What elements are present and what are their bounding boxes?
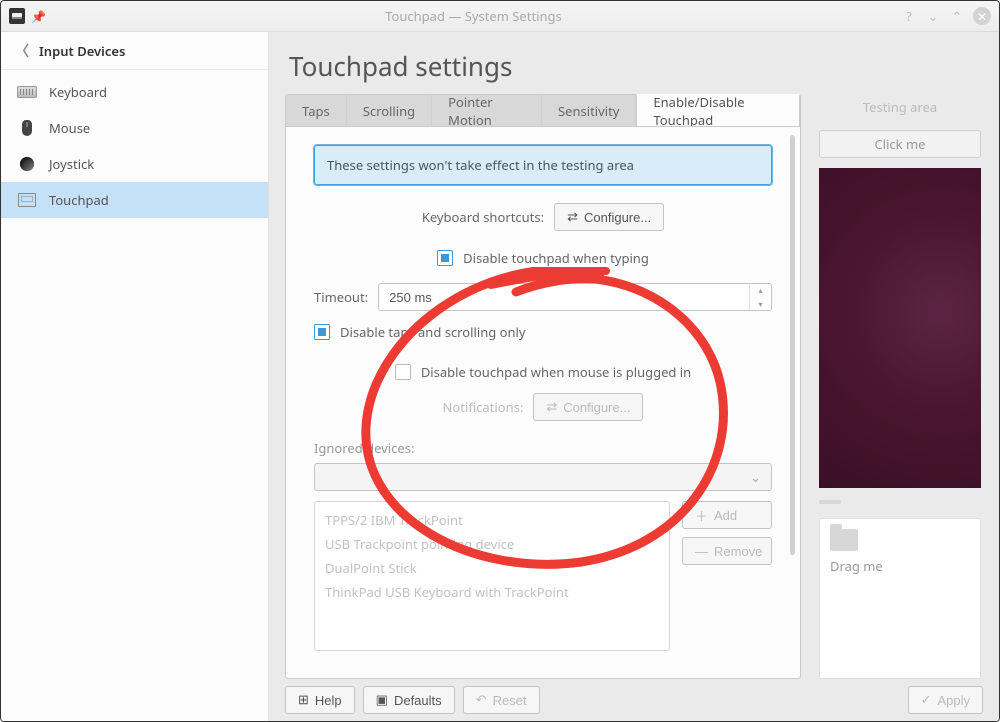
list-item[interactable]: DualPoint Stick bbox=[325, 556, 659, 580]
titlebar: 📌 Touchpad — System Settings ? ⌄ ⌃ ✕ bbox=[1, 1, 999, 31]
sidebar-header-label: Input Devices bbox=[39, 42, 125, 60]
tab-sensitivity[interactable]: Sensitivity bbox=[542, 95, 636, 126]
drag-area[interactable]: Drag me bbox=[819, 518, 981, 679]
sidebar-item-label: Mouse bbox=[49, 119, 90, 137]
pin-icon[interactable]: 📌 bbox=[31, 8, 46, 25]
chevron-down-icon[interactable]: ▾ bbox=[750, 297, 771, 311]
tabbar: Taps Scrolling Pointer Motion Sensitivit… bbox=[285, 94, 801, 126]
keyboard-shortcuts-label: Keyboard shortcuts: bbox=[422, 208, 544, 226]
click-me-button[interactable]: Click me bbox=[819, 130, 981, 158]
list-item[interactable]: ThinkPad USB Keyboard with TrackPoint bbox=[325, 580, 659, 604]
timeout-label: Timeout: bbox=[314, 288, 368, 306]
touchpad-icon bbox=[17, 192, 37, 208]
mouse-icon bbox=[17, 120, 37, 136]
minimize-icon[interactable]: ⌄ bbox=[925, 8, 941, 24]
sidebar-item-label: Joystick bbox=[49, 155, 94, 173]
help-circle-icon: ⊞ bbox=[298, 692, 309, 708]
footer: ⊞ Help ▣ Defaults ↶ Reset ✓ Apply bbox=[269, 679, 999, 721]
chevron-up-icon[interactable]: ▴ bbox=[750, 283, 771, 297]
tab-enable-disable[interactable]: Enable/Disable Touchpad bbox=[636, 94, 800, 126]
sliders-icon: ⇄ bbox=[546, 399, 557, 415]
list-item[interactable]: USB Trackpoint pointing device bbox=[325, 532, 659, 556]
checkbox-disable-taps-scroll[interactable] bbox=[314, 324, 330, 340]
sidebar: 〈 Input Devices Keyboard Mouse Joystick bbox=[1, 32, 269, 721]
splitter-handle[interactable] bbox=[819, 500, 841, 504]
timeout-input[interactable] bbox=[379, 290, 749, 305]
app-icon bbox=[9, 8, 25, 24]
drag-me-label: Drag me bbox=[830, 557, 970, 575]
ignored-devices-list[interactable]: TPPS/2 IBM TrackPoint USB Trackpoint poi… bbox=[314, 501, 670, 651]
joystick-icon bbox=[17, 156, 37, 172]
configure-shortcuts-button[interactable]: ⇄ Configure... bbox=[554, 203, 664, 231]
disable-mouse-label: Disable touchpad when mouse is plugged i… bbox=[421, 363, 691, 381]
window-controls: ? ⌄ ⌃ ✕ bbox=[901, 7, 991, 25]
defaults-button[interactable]: ▣ Defaults bbox=[363, 686, 455, 714]
tab-pointer-motion[interactable]: Pointer Motion bbox=[432, 95, 542, 126]
defaults-icon: ▣ bbox=[376, 692, 388, 708]
notifications-label: Notifications: bbox=[443, 398, 524, 416]
configure-notifications-button: ⇄ Configure... bbox=[533, 393, 643, 421]
tab-taps[interactable]: Taps bbox=[286, 95, 347, 126]
disable-taps-scroll-label: Disable taps and scrolling only bbox=[340, 323, 526, 341]
folder-icon bbox=[830, 529, 858, 551]
window-title: Touchpad — System Settings bbox=[52, 7, 895, 25]
tab-panel: These settings won't take effect in the … bbox=[285, 126, 801, 679]
add-button: ＋ Add bbox=[682, 501, 772, 529]
disable-typing-label: Disable touchpad when typing bbox=[463, 249, 649, 267]
sidebar-item-joystick[interactable]: Joystick bbox=[1, 146, 268, 182]
main-area: Touchpad settings Taps Scrolling Pointer… bbox=[269, 32, 999, 721]
tab-scrolling[interactable]: Scrolling bbox=[347, 95, 432, 126]
info-banner: These settings won't take effect in the … bbox=[314, 145, 772, 185]
help-icon[interactable]: ? bbox=[901, 8, 917, 24]
list-item[interactable]: TPPS/2 IBM TrackPoint bbox=[325, 508, 659, 532]
plus-icon: ＋ bbox=[695, 506, 708, 525]
sliders-icon: ⇄ bbox=[567, 209, 578, 225]
testing-area: Testing area Click me Drag me bbox=[819, 94, 981, 679]
keyboard-icon bbox=[17, 84, 37, 100]
apply-button: ✓ Apply bbox=[908, 686, 983, 714]
chevron-left-icon: 〈 bbox=[15, 41, 29, 61]
ignored-devices-label: Ignored devices: bbox=[314, 439, 772, 457]
sidebar-item-keyboard[interactable]: Keyboard bbox=[1, 74, 268, 110]
sidebar-item-label: Keyboard bbox=[49, 83, 107, 101]
timeout-spinbox[interactable]: ▴ ▾ bbox=[378, 283, 772, 311]
spin-arrows[interactable]: ▴ ▾ bbox=[749, 283, 771, 311]
help-button[interactable]: ⊞ Help bbox=[285, 686, 355, 714]
sidebar-item-label: Touchpad bbox=[49, 191, 109, 209]
undo-icon: ↶ bbox=[476, 692, 487, 708]
testing-area-label: Testing area bbox=[819, 94, 981, 120]
settings-window: 📌 Touchpad — System Settings ? ⌄ ⌃ ✕ 〈 I… bbox=[0, 0, 1000, 722]
maximize-icon[interactable]: ⌃ bbox=[949, 8, 965, 24]
reset-button: ↶ Reset bbox=[463, 686, 540, 714]
sidebar-item-mouse[interactable]: Mouse bbox=[1, 110, 268, 146]
sidebar-list: Keyboard Mouse Joystick Touchpad bbox=[1, 70, 268, 218]
close-icon[interactable]: ✕ bbox=[973, 7, 991, 25]
minus-icon: — bbox=[695, 544, 708, 559]
remove-button: — Remove bbox=[682, 537, 772, 565]
chevron-down-icon: ⌄ bbox=[750, 468, 761, 486]
testing-surface[interactable] bbox=[819, 168, 981, 488]
checkbox-disable-typing[interactable] bbox=[437, 250, 453, 266]
ignored-devices-combo[interactable]: ⌄ bbox=[314, 463, 772, 491]
checkbox-disable-mouse[interactable] bbox=[395, 364, 411, 380]
check-icon: ✓ bbox=[921, 692, 932, 708]
page-title: Touchpad settings bbox=[269, 32, 999, 94]
sidebar-item-touchpad[interactable]: Touchpad bbox=[1, 182, 268, 218]
scrollbar[interactable] bbox=[789, 135, 795, 555]
sidebar-back[interactable]: 〈 Input Devices bbox=[1, 32, 268, 70]
